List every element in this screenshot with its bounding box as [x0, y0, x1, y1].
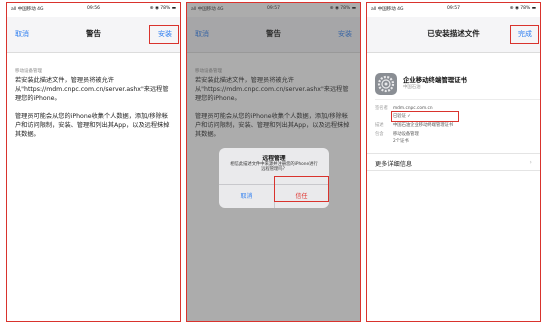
warning-paragraph-2: 管理员可能会从您的iPhone收集个人数据，添加/移除帐户和访问限制，安装、管理… [15, 113, 170, 138]
alert-cancel-button[interactable]: 取消 [219, 191, 274, 200]
battery-indicator: ⊕ ◉ 78% ▬ [509, 6, 536, 11]
trust-button-highlight [274, 176, 329, 202]
more-details-label: 更多详细信息 [375, 161, 413, 168]
contains-value: 移动设备管理 [393, 132, 419, 137]
warning-paragraph-1: 若安装此描述文件，管理员将被允许从"https://mdm.cnpc.com.c… [15, 77, 169, 102]
description-label: 描述 [375, 123, 384, 128]
contains-value-2: 2个证书 [393, 139, 409, 144]
battery-indicator: ⊕ ◉ 78% ▬ [149, 6, 176, 11]
divider [375, 99, 540, 100]
status-bar: all 中国移动 4G 09:56 ⊕ ◉ 78% ▬ [7, 3, 180, 17]
profile-content: 企业移动终端管理证书 中国石油 签名者 mdm.cnpc.com.cn 已验证 ✓… [367, 53, 540, 321]
contains-row: 包含 移动设备管理 [375, 131, 534, 137]
more-details-row[interactable]: 更多详细信息 › [367, 153, 540, 171]
status-bar: all 中国移动 4G 09:57 ⊕ ◉ 78% ▬ [367, 3, 540, 17]
description-value: 中国石油企业移动终端管理证书 [393, 123, 454, 128]
alert-title: 远程管理 [262, 156, 286, 162]
chevron-right-icon: › [529, 158, 532, 166]
phone-screen-profile-installed: all 中国移动 4G 09:57 ⊕ ◉ 78% ▬ 已安装描述文件 完成 企… [366, 2, 541, 322]
install-button-highlight [149, 25, 179, 44]
done-button-highlight [510, 25, 539, 44]
contains-row-2: 2个证书 [375, 138, 534, 144]
section-label: 移动设备管理 [15, 69, 42, 74]
verified-highlight [391, 111, 459, 122]
profile-name: 企业移动终端管理证书 [403, 76, 467, 84]
profile-organization: 中国石油 [403, 85, 421, 90]
phone-screen-install-warning: all 中国移动 4G 09:56 ⊕ ◉ 78% ▬ 取消 警告 安装 移动设… [6, 2, 181, 322]
description-row: 描述 中国石油企业移动终端管理证书 [375, 122, 534, 128]
contains-label: 包含 [375, 132, 384, 137]
alert-message: 相信此描述文件中来源并注册您的iPhone进行远程管理吗？ [230, 162, 318, 173]
warning-content: 移动设备管理 若安装此描述文件，管理员将被允许从"https://mdm.cnp… [7, 53, 180, 321]
phone-screen-remote-management-alert: all 中国移动 4G 09:57 ⊕ ◉ 78% ▬ 取消 警告 安装 移动设… [186, 2, 361, 322]
settings-gear-icon [375, 73, 397, 95]
